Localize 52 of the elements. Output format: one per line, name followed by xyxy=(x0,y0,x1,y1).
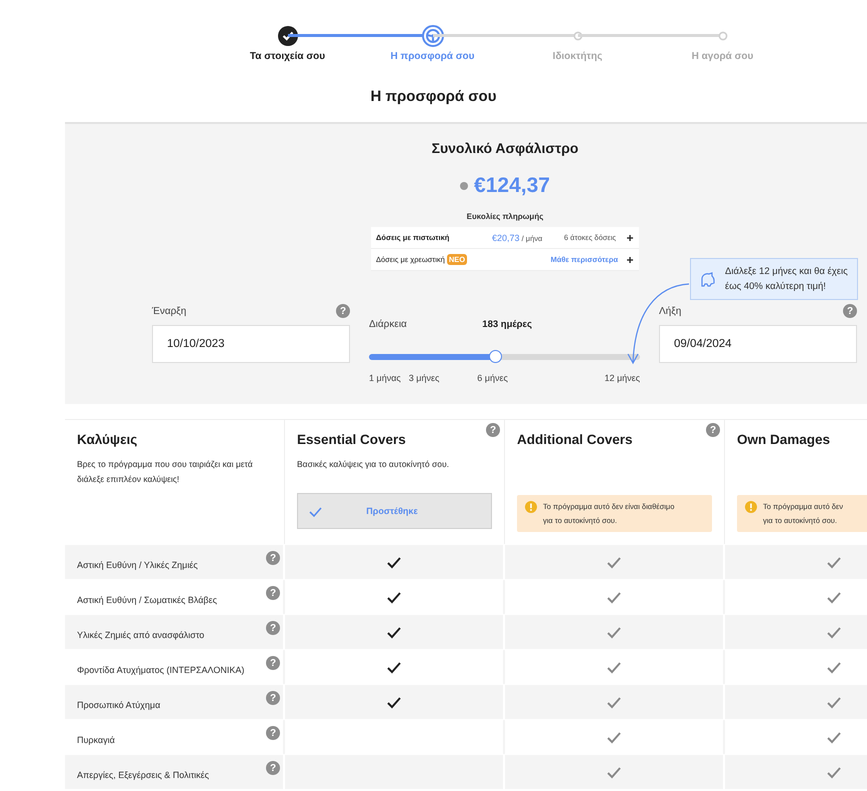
date-field[interactable]: 10/10/2023 xyxy=(152,325,350,363)
check-icon xyxy=(308,504,323,518)
page-title: Η προσφορά σου xyxy=(370,88,498,107)
tick-label: 3 μήνες xyxy=(408,373,440,383)
plan-title: Own Damages xyxy=(737,432,832,447)
step-label[interactable]: Η προσφορά σου xyxy=(390,51,474,62)
help-icon[interactable]: ? xyxy=(336,304,350,318)
piggy-bank-icon xyxy=(699,270,717,288)
help-icon[interactable]: ? xyxy=(266,761,280,775)
field-label: Διάρκεια xyxy=(369,319,407,330)
help-icon[interactable]: ? xyxy=(266,726,280,740)
help-icon[interactable]: ? xyxy=(843,304,857,318)
step-label[interactable]: Ιδιοκτήτης xyxy=(552,51,602,62)
help-icon[interactable]: ? xyxy=(266,551,280,565)
premium-amount: €124,37 xyxy=(474,174,550,198)
expand-button[interactable]: + xyxy=(626,230,634,244)
added-button[interactable]: Προστέθηκε xyxy=(297,493,492,529)
expand-button[interactable]: + xyxy=(626,252,634,266)
plan-description: Βασικές καλύψεις για το αυτοκίνητό σου. xyxy=(297,458,450,471)
duration-value: 183 ημέρες xyxy=(482,319,532,330)
help-icon[interactable]: ? xyxy=(486,423,500,437)
date-field[interactable]: 09/04/2024 xyxy=(659,325,857,363)
tip-text: Διάλεξε 12 μήνες και θα έχεις έως 40% καλύτερη τιμή! xyxy=(725,265,849,294)
tick-label: 1 μήνας xyxy=(369,373,401,383)
premium-title: Συνολικό Ασφάλιστρο xyxy=(432,140,578,156)
help-icon[interactable]: ? xyxy=(266,691,280,705)
step-label[interactable]: Τα στοιχεία σου xyxy=(250,51,326,62)
tick-label: 6 μήνες xyxy=(477,373,508,383)
covers-title: Καλύψεις xyxy=(77,432,138,447)
field-label: Έναρξη xyxy=(152,306,186,316)
help-icon[interactable]: ? xyxy=(706,423,720,437)
cover-label: Αστική Ευθύνη / Σωματικές Βλάβες xyxy=(77,595,217,605)
status-dot-icon xyxy=(460,182,468,190)
cover-label: Πυρκαγιά xyxy=(77,735,115,745)
cover-label: Υλικές Ζημιές από ανασφάλιστο xyxy=(77,630,204,640)
duration-slider[interactable] xyxy=(369,350,640,363)
help-icon[interactable]: ? xyxy=(266,656,280,670)
cover-label: Απεργίες, Εξεγέρσεις & Πολιτικές xyxy=(77,770,210,780)
plan-title: Additional Covers xyxy=(517,432,634,447)
payments-title: Ευκολίες πληρωμής xyxy=(466,212,544,221)
warning-icon xyxy=(525,501,537,513)
cover-label: Προσωπικό Ατύχημα xyxy=(77,700,160,710)
warning-icon xyxy=(745,501,757,513)
step-label[interactable]: Η αγορά σου xyxy=(692,51,754,62)
cover-label: Αστική Ευθύνη / Υλικές Ζημιές xyxy=(77,560,198,570)
field-label: Λήξη xyxy=(659,306,682,316)
tick-label: 12 μήνες xyxy=(604,373,640,383)
covers-subtitle: Βρες το πρόγραμμα που σου ταιριάζει και μετά διάλεξε επιπλέον καλύψεις! xyxy=(77,458,254,486)
help-icon[interactable]: ? xyxy=(266,621,280,635)
plan-title: Essential Covers xyxy=(297,432,407,447)
help-icon[interactable]: ? xyxy=(266,586,280,600)
cover-label: Φροντίδα Ατυχήματος (ΙΝΤΕΡΣΑΛΟΝΙΚΑ) xyxy=(77,665,244,675)
